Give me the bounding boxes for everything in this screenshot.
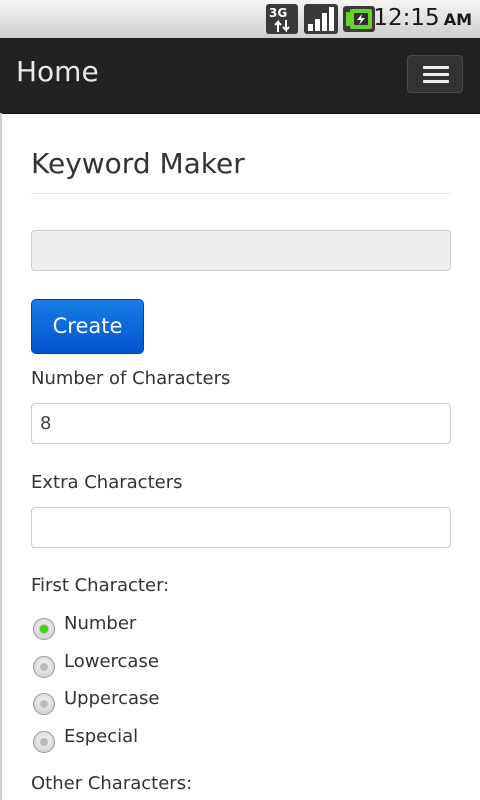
extra-chars-input[interactable]: [31, 507, 451, 548]
radio-dot: [40, 663, 48, 671]
clock-ampm: AM: [443, 10, 472, 29]
create-button[interactable]: Create: [31, 299, 144, 354]
hamburger-line: [423, 73, 449, 76]
radio-dot: [40, 700, 48, 708]
radio-button-especial[interactable]: [33, 731, 55, 753]
3g-data-icon: 3G: [266, 4, 298, 34]
status-bar: 3G 12:15 AM: [0, 0, 480, 38]
hamburger-line: [423, 80, 449, 83]
radio-label-uppercase: Uppercase: [64, 688, 160, 709]
keyword-output-field[interactable]: [31, 230, 451, 271]
radio-label-number: Number: [64, 613, 137, 634]
page-title: Keyword Maker: [31, 147, 245, 180]
radio-label-especial: Especial: [64, 726, 139, 747]
first-char-label: First Character:: [31, 575, 170, 596]
title-divider: [31, 193, 451, 194]
clock-time: 12:15: [373, 5, 440, 31]
hamburger-menu-icon: [423, 66, 449, 69]
left-edge-divider: [0, 113, 2, 800]
num-chars-label: Number of Characters: [31, 368, 231, 389]
radio-dot: [40, 625, 48, 633]
radio-button-lowercase[interactable]: [33, 656, 55, 678]
menu-toggle-button[interactable]: [407, 55, 463, 93]
top-navbar: Home: [0, 38, 480, 114]
radio-button-uppercase[interactable]: [33, 693, 55, 715]
signal-strength-icon: [304, 4, 338, 34]
num-chars-input[interactable]: 8: [31, 403, 451, 444]
extra-chars-label: Extra Characters: [31, 472, 183, 493]
radio-dot: [40, 738, 48, 746]
other-chars-label: Other Characters:: [31, 773, 193, 794]
radio-label-lowercase: Lowercase: [64, 651, 159, 672]
nav-title[interactable]: Home: [16, 55, 99, 88]
svg-text:3G: 3G: [269, 6, 287, 20]
radio-button-number[interactable]: [33, 618, 55, 640]
status-clock: 12:15 AM: [373, 5, 472, 31]
battery-charging-icon: [343, 6, 375, 32]
